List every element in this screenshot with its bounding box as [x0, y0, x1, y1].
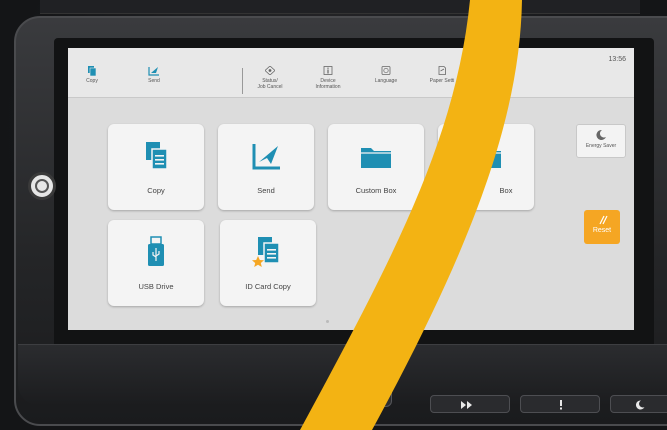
box-tile-label: Box — [499, 186, 513, 195]
globe-icon — [381, 66, 391, 75]
device-information-button[interactable]: Device Information — [304, 66, 352, 90]
power-icon — [35, 179, 49, 193]
id-card-copy-icon — [252, 237, 280, 267]
folder-icon — [361, 148, 391, 168]
status-icon — [265, 66, 275, 75]
copy-tile-label: Copy — [147, 186, 165, 195]
top-bezel — [40, 0, 640, 14]
info-icon — [560, 400, 562, 410]
send-tile[interactable]: Send — [218, 124, 314, 210]
status-job-cancel-button[interactable]: Status/ Job Cancel — [246, 66, 294, 90]
favorite-copy-label: Copy — [86, 78, 98, 84]
info-key[interactable] — [520, 395, 600, 413]
copy-icon — [88, 66, 97, 76]
folder-icon — [471, 148, 501, 168]
header-divider — [242, 68, 243, 94]
language-label: Language — [374, 78, 398, 84]
id-card-copy-tile[interactable]: ID Card Copy — [220, 220, 316, 306]
favorite-copy-button[interactable]: Copy — [74, 66, 110, 84]
send-icon — [252, 144, 280, 170]
send-icon — [148, 67, 159, 76]
usb-drive-tile-label: USB Drive — [138, 282, 174, 291]
energy-saver-button[interactable]: Energy Saver — [576, 124, 626, 158]
touch-screen: 13:56 Copy Send Status/ Job Cancel Devic… — [68, 48, 634, 330]
paper-settings-button[interactable]: Paper Setti — [418, 66, 466, 84]
sleep-icon — [635, 400, 645, 410]
paper-icon — [438, 66, 446, 75]
reset-button[interactable]: Reset — [584, 210, 620, 244]
custom-box-tile[interactable]: Custom Box — [328, 124, 424, 210]
reset-icon — [599, 215, 608, 225]
favorite-send-button[interactable]: Send — [136, 66, 172, 84]
clock: 13:56 — [608, 56, 626, 63]
info-icon — [323, 66, 333, 75]
home-icon — [337, 388, 379, 400]
send-tile-label: Send — [257, 186, 275, 195]
sleep-key[interactable] — [610, 395, 667, 413]
fast-forward-icon — [461, 401, 472, 409]
fast-forward-key[interactable] — [430, 395, 510, 413]
header-bar: 13:56 Copy Send Status/ Job Cancel Devic… — [68, 48, 634, 98]
usb-icon — [148, 236, 164, 266]
copy-tile[interactable]: Copy — [108, 124, 204, 210]
reset-label: Reset — [592, 227, 612, 234]
box-tile[interactable]: Box — [438, 124, 534, 210]
custom-box-tile-label: Custom Box — [355, 186, 397, 195]
usb-drive-tile[interactable]: USB Drive — [108, 220, 204, 306]
home-button[interactable] — [324, 381, 392, 407]
page-indicator-dot — [326, 320, 329, 323]
device-info-label-line2: Information — [315, 84, 341, 90]
energy-saver-label: Energy Saver — [585, 143, 617, 149]
favorite-send-label: Send — [148, 78, 160, 84]
moon-icon — [596, 129, 606, 140]
id-card-copy-tile-label: ID Card Copy — [245, 282, 291, 291]
status-label-line2: Job Cancel — [257, 84, 283, 90]
paper-settings-label: Paper Setti — [429, 78, 455, 84]
power-button[interactable] — [28, 172, 56, 200]
copy-icon — [146, 142, 168, 170]
language-button[interactable]: Language — [362, 66, 410, 84]
printer-panel-scene: 13:56 Copy Send Status/ Job Cancel Devic… — [0, 0, 667, 430]
